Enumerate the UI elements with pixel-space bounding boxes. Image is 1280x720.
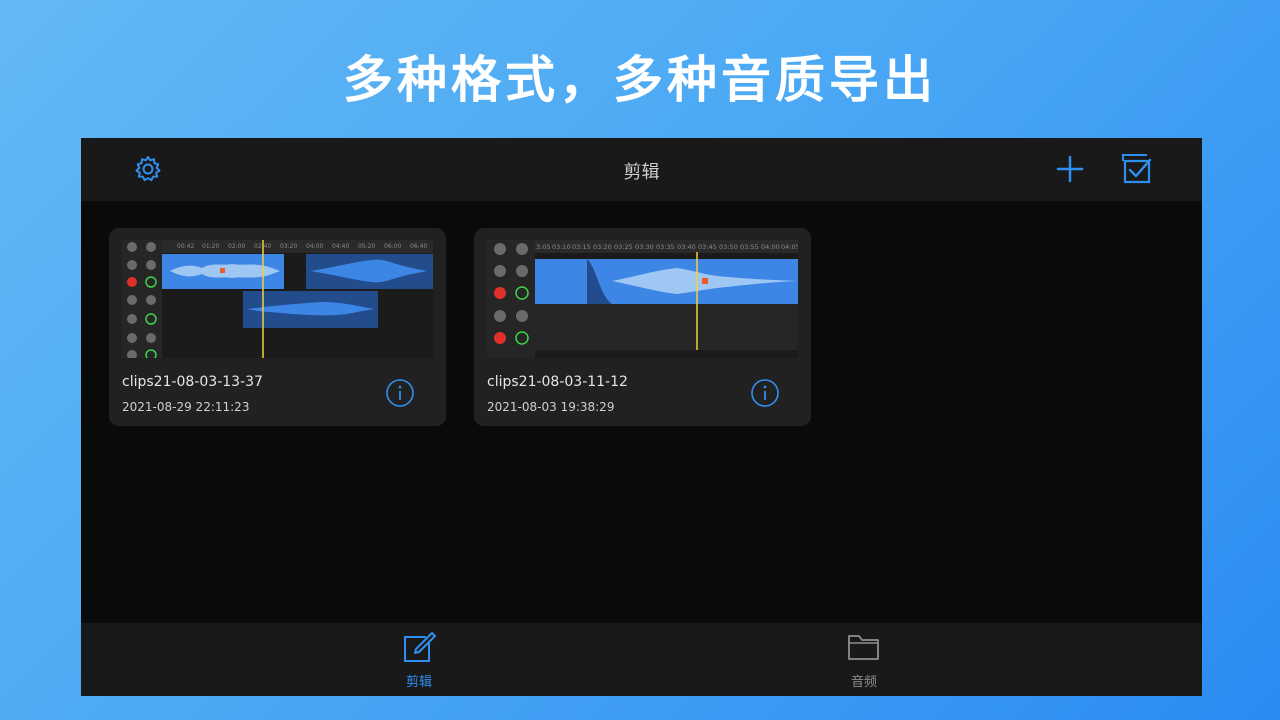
info-icon[interactable] [750,378,780,408]
page-title: 剪辑 [623,162,660,183]
project-name: clips21-08-03-13-37 [122,374,263,390]
svg-text:3:05: 3:05 [536,243,551,251]
svg-text:03:55: 03:55 [740,243,759,251]
project-name: clips21-08-03-11-12 [487,374,628,390]
svg-text:03:40: 03:40 [677,243,696,251]
svg-text:01:20: 01:20 [202,243,219,250]
svg-text:06:00: 06:00 [384,243,401,250]
app-window: 剪辑 00:42 01:20 02:00 02:40 03:20 04:00 0… [81,138,1202,696]
multi-select-icon[interactable] [1119,153,1153,185]
navbar: 剪辑 [81,138,1202,201]
edit-icon [404,632,436,662]
svg-text:03:30: 03:30 [635,243,654,251]
project-thumbnail: 00:42 01:20 02:00 02:40 03:20 04:00 04:4… [122,240,433,358]
svg-text:03:20: 03:20 [593,243,612,251]
info-icon[interactable] [385,378,415,408]
tab-label: 音频 [850,675,877,690]
svg-text:03:10: 03:10 [552,243,571,251]
svg-text:04:05: 04:05 [781,243,798,251]
tab-label: 剪辑 [405,675,432,690]
plus-icon[interactable] [1055,154,1085,184]
svg-text:03:45: 03:45 [698,243,717,251]
project-thumbnail: 3:05 03:10 03:15 03:20 03:25 03:30 03:35… [487,240,798,358]
timeline-ruler: 3:05 03:10 03:15 03:20 03:25 03:30 03:35… [536,243,798,251]
svg-text:04:00: 04:00 [306,243,323,250]
tab-bar: 剪辑 音频 [81,623,1202,696]
svg-text:03:20: 03:20 [280,243,297,250]
svg-text:02:00: 02:00 [228,243,245,250]
project-date: 2021-08-29 22:11:23 [122,400,250,414]
tab-edit[interactable]: 剪辑 [359,623,479,696]
project-date: 2021-08-03 19:38:29 [487,400,615,414]
project-card[interactable]: 3:05 03:10 03:15 03:20 03:25 03:30 03:35… [474,228,811,426]
svg-text:00:42: 00:42 [177,243,194,250]
tab-audio[interactable]: 音频 [804,623,924,696]
headline: 多种格式，多种音质导出 [343,51,937,109]
svg-text:03:15: 03:15 [572,243,591,251]
svg-text:03:25: 03:25 [614,243,633,251]
svg-text:04:00: 04:00 [761,243,780,251]
project-card[interactable]: 00:42 01:20 02:00 02:40 03:20 04:00 04:4… [109,228,446,426]
svg-text:03:35: 03:35 [656,243,675,251]
svg-text:05:20: 05:20 [358,243,375,250]
svg-text:04:40: 04:40 [332,243,349,250]
svg-text:06:40: 06:40 [410,243,427,250]
svg-text:03:50: 03:50 [719,243,738,251]
folder-icon [848,635,879,660]
